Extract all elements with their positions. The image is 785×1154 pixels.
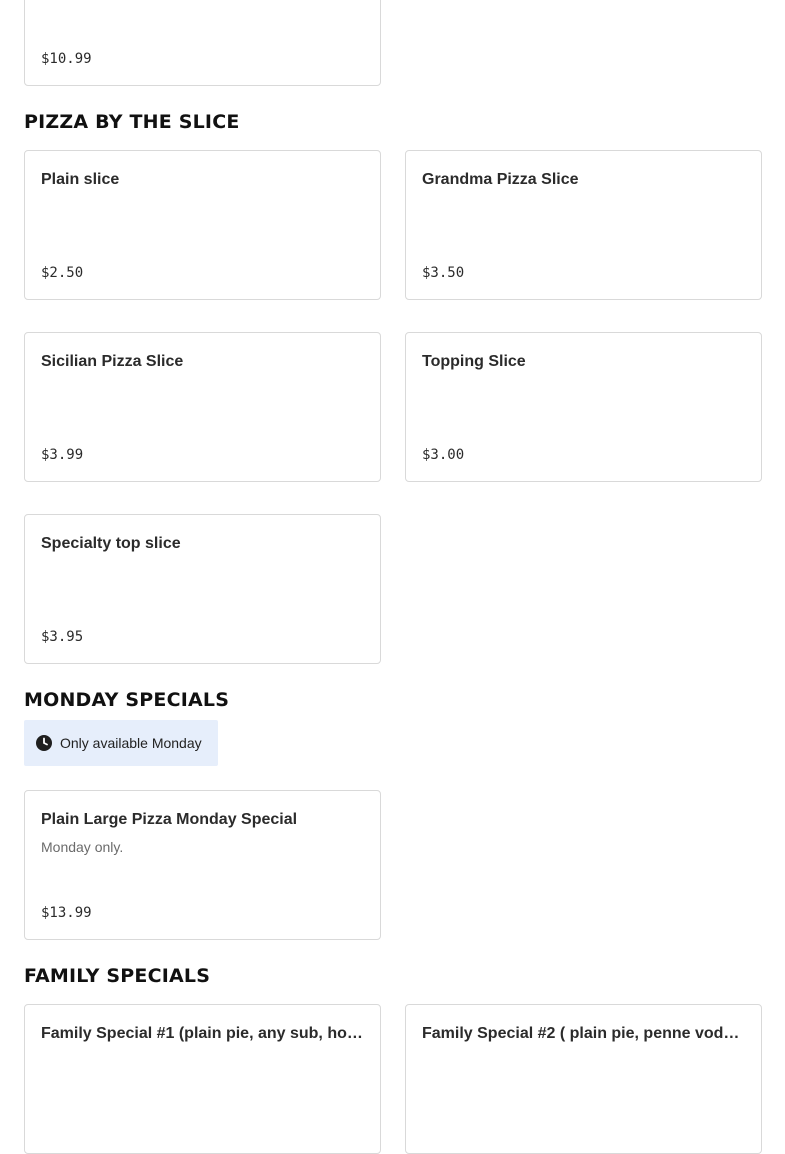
item-name: Specialty top slice xyxy=(41,535,181,552)
section-title-pizza-by-the-slice: PIZZA BY THE SLICE xyxy=(24,111,240,133)
menu-item-card[interactable]: $10.99 xyxy=(24,0,381,86)
item-name: Grandma Pizza Slice xyxy=(422,171,579,188)
availability-badge: Only available Monday xyxy=(24,720,218,766)
item-price: $3.95 xyxy=(41,629,84,645)
item-price: $3.99 xyxy=(41,447,84,463)
section-title-family-specials: FAMILY SPECIALS xyxy=(24,965,211,987)
item-name: Sicilian Pizza Slice xyxy=(41,353,184,370)
item-price: $3.00 xyxy=(422,447,465,463)
menu-item-card[interactable]: Specialty top slice $3.95 xyxy=(24,514,381,664)
item-price: $10.99 xyxy=(41,51,92,67)
menu-item-card[interactable]: Plain slice $2.50 xyxy=(24,150,381,300)
menu-item-card[interactable]: Family Special #1 (plain pie, any sub, h… xyxy=(24,1004,381,1154)
menu-item-card[interactable]: Topping Slice $3.00 xyxy=(405,332,762,482)
item-name: Plain slice xyxy=(41,171,120,188)
clock-icon xyxy=(36,735,52,751)
menu-item-card[interactable]: Family Special #2 ( plain pie, penne vod… xyxy=(405,1004,762,1154)
item-name: Plain Large Pizza Monday Special xyxy=(41,811,298,828)
item-description: Monday only. xyxy=(41,839,124,855)
availability-text: Only available Monday xyxy=(60,735,202,751)
menu-item-card[interactable]: Grandma Pizza Slice $3.50 xyxy=(405,150,762,300)
item-name: Topping Slice xyxy=(422,353,526,370)
item-name: Family Special #1 (plain pie, any sub, h… xyxy=(41,1025,364,1042)
item-price: $13.99 xyxy=(41,905,92,921)
menu-item-card[interactable]: Plain Large Pizza Monday Special Monday … xyxy=(24,790,381,940)
section-title-monday-specials: MONDAY SPECIALS xyxy=(24,689,230,711)
menu-item-card[interactable]: Sicilian Pizza Slice $3.99 xyxy=(24,332,381,482)
item-price: $3.50 xyxy=(422,265,465,281)
item-name: Family Special #2 ( plain pie, penne vod… xyxy=(422,1025,745,1042)
item-price: $2.50 xyxy=(41,265,84,281)
